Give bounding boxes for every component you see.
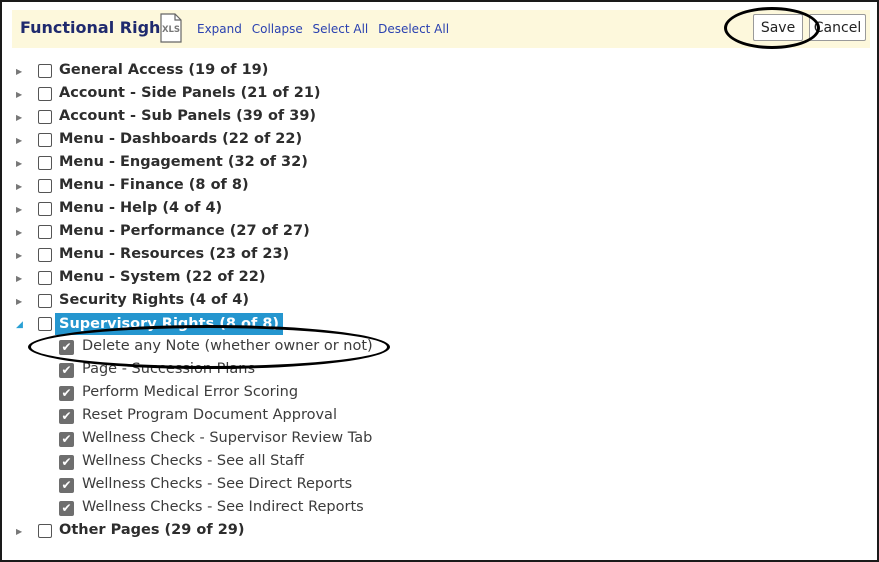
group-checkbox[interactable] [38, 225, 52, 239]
tree-child-row[interactable]: ✔ Wellness Checks - See all Staff [2, 452, 862, 474]
group-checkbox[interactable] [38, 156, 52, 170]
triangle-right-icon[interactable]: ▶ [16, 204, 28, 216]
triangle-right-icon[interactable]: ▶ [16, 135, 28, 147]
triangle-right-icon[interactable]: ▶ [16, 112, 28, 124]
cancel-button[interactable]: Cancel [809, 14, 866, 41]
group-checkbox[interactable] [38, 248, 52, 262]
group-label[interactable]: Other Pages (29 of 29) [59, 522, 245, 538]
triangle-right-icon[interactable]: ▶ [16, 89, 28, 101]
page-title: Functional Rights [20, 18, 178, 37]
group-checkbox[interactable] [38, 202, 52, 216]
group-label[interactable]: Account - Side Panels (21 of 21) [59, 85, 321, 101]
checked-checkbox-icon[interactable]: ✔ [59, 363, 74, 378]
tree-child-row[interactable]: ✔ Reset Program Document Approval [2, 406, 862, 428]
tree-group-row[interactable]: ▶ Menu - Resources (23 of 23) [2, 245, 862, 267]
triangle-right-icon[interactable]: ▶ [16, 158, 28, 170]
xls-icon-text: XLS [162, 25, 180, 35]
triangle-right-icon[interactable]: ▶ [16, 250, 28, 262]
group-label[interactable]: Menu - Performance (27 of 27) [59, 223, 310, 239]
tree-child-row[interactable]: ✔ Perform Medical Error Scoring [2, 383, 862, 405]
expand-link[interactable]: Expand [197, 22, 242, 36]
tree-group-row[interactable]: ▶ Account - Side Panels (21 of 21) [2, 84, 862, 106]
tree-group-row[interactable]: ◢ Supervisory Rights (8 of 8) [2, 313, 862, 336]
child-label: Wellness Check - Supervisor Review Tab [82, 430, 373, 446]
child-label: Wellness Checks - See Indirect Reports [82, 499, 364, 515]
triangle-right-icon[interactable]: ▶ [16, 66, 28, 78]
checked-checkbox-icon[interactable]: ✔ [59, 501, 74, 516]
group-checkbox[interactable] [38, 294, 52, 308]
group-checkbox[interactable] [38, 110, 52, 124]
checked-checkbox-icon[interactable]: ✔ [59, 386, 74, 401]
panel-header: Functional Rights XLS Expand Collapse Se… [12, 10, 870, 48]
select-all-link[interactable]: Select All [313, 22, 369, 36]
save-button[interactable]: Save [753, 14, 803, 41]
group-checkbox[interactable] [38, 524, 52, 538]
triangle-right-icon[interactable]: ▶ [16, 227, 28, 239]
child-label: Delete any Note (whether owner or not) [82, 338, 373, 354]
tree-group-row[interactable]: ▶ Menu - System (22 of 22) [2, 268, 862, 290]
group-label[interactable]: Menu - Resources (23 of 23) [59, 246, 289, 262]
triangle-right-icon[interactable]: ▶ [16, 181, 28, 193]
tree-child-row[interactable]: ✔ Wellness Check - Supervisor Review Tab [2, 429, 862, 451]
child-label: Wellness Checks - See Direct Reports [82, 476, 353, 492]
tree-group-row[interactable]: ▶ Menu - Help (4 of 4) [2, 199, 862, 221]
group-checkbox[interactable] [38, 271, 52, 285]
group-label[interactable]: Security Rights (4 of 4) [59, 292, 249, 308]
child-label: Perform Medical Error Scoring [82, 384, 299, 400]
tree-group-row[interactable]: ▶ Menu - Performance (27 of 27) [2, 222, 862, 244]
group-label[interactable]: Account - Sub Panels (39 of 39) [59, 108, 316, 124]
triangle-right-icon[interactable]: ▶ [16, 526, 28, 538]
triangle-down-icon[interactable]: ◢ [16, 319, 28, 331]
child-label: Page - Succession Plans [82, 361, 256, 377]
tree-group-row[interactable]: ▶ Menu - Dashboards (22 of 22) [2, 130, 862, 152]
tree-group-row[interactable]: ▶ Other Pages (29 of 29) [2, 521, 862, 543]
tree-actions: Expand Collapse Select All Deselect All [197, 22, 455, 36]
tree-child-row[interactable]: ✔ Page - Succession Plans [2, 360, 862, 382]
tree-group-row[interactable]: ▶ Security Rights (4 of 4) [2, 291, 862, 313]
checked-checkbox-icon[interactable]: ✔ [59, 478, 74, 493]
group-checkbox[interactable] [38, 133, 52, 147]
tree-child-row[interactable]: ✔ Wellness Checks - See Direct Reports [2, 475, 862, 497]
group-label[interactable]: Menu - Engagement (32 of 32) [59, 154, 308, 170]
checked-checkbox-icon[interactable]: ✔ [59, 409, 74, 424]
group-checkbox[interactable] [38, 179, 52, 193]
deselect-all-link[interactable]: Deselect All [378, 22, 449, 36]
tree-group-row[interactable]: ▶ General Access (19 of 19) [2, 61, 862, 83]
tree-group-row[interactable]: ▶ Account - Sub Panels (39 of 39) [2, 107, 862, 129]
tree-child-row[interactable]: ✔ Delete any Note (whether owner or not) [2, 337, 862, 359]
group-label[interactable]: Menu - Dashboards (22 of 22) [59, 131, 302, 147]
tree-child-row[interactable]: ✔ Wellness Checks - See Indirect Reports [2, 498, 862, 520]
triangle-right-icon[interactable]: ▶ [16, 296, 28, 308]
xls-export-icon[interactable]: XLS [158, 13, 183, 43]
group-label[interactable]: Menu - Finance (8 of 8) [59, 177, 249, 193]
functional-rights-panel: Functional Rights XLS Expand Collapse Se… [0, 0, 879, 562]
group-label[interactable]: Supervisory Rights (8 of 8) [55, 313, 284, 335]
checked-checkbox-icon[interactable]: ✔ [59, 432, 74, 447]
group-label[interactable]: Menu - System (22 of 22) [59, 269, 265, 285]
child-label: Wellness Checks - See all Staff [82, 453, 304, 469]
checked-checkbox-icon[interactable]: ✔ [59, 340, 74, 355]
collapse-link[interactable]: Collapse [252, 22, 303, 36]
tree-group-row[interactable]: ▶ Menu - Finance (8 of 8) [2, 176, 862, 198]
group-label[interactable]: General Access (19 of 19) [59, 62, 268, 78]
group-checkbox[interactable] [38, 87, 52, 101]
group-checkbox[interactable] [38, 64, 52, 78]
checked-checkbox-icon[interactable]: ✔ [59, 455, 74, 470]
child-label: Reset Program Document Approval [82, 407, 337, 423]
triangle-right-icon[interactable]: ▶ [16, 273, 28, 285]
group-label[interactable]: Menu - Help (4 of 4) [59, 200, 222, 216]
group-checkbox[interactable] [38, 317, 52, 331]
tree-group-row[interactable]: ▶ Menu - Engagement (32 of 32) [2, 153, 862, 175]
